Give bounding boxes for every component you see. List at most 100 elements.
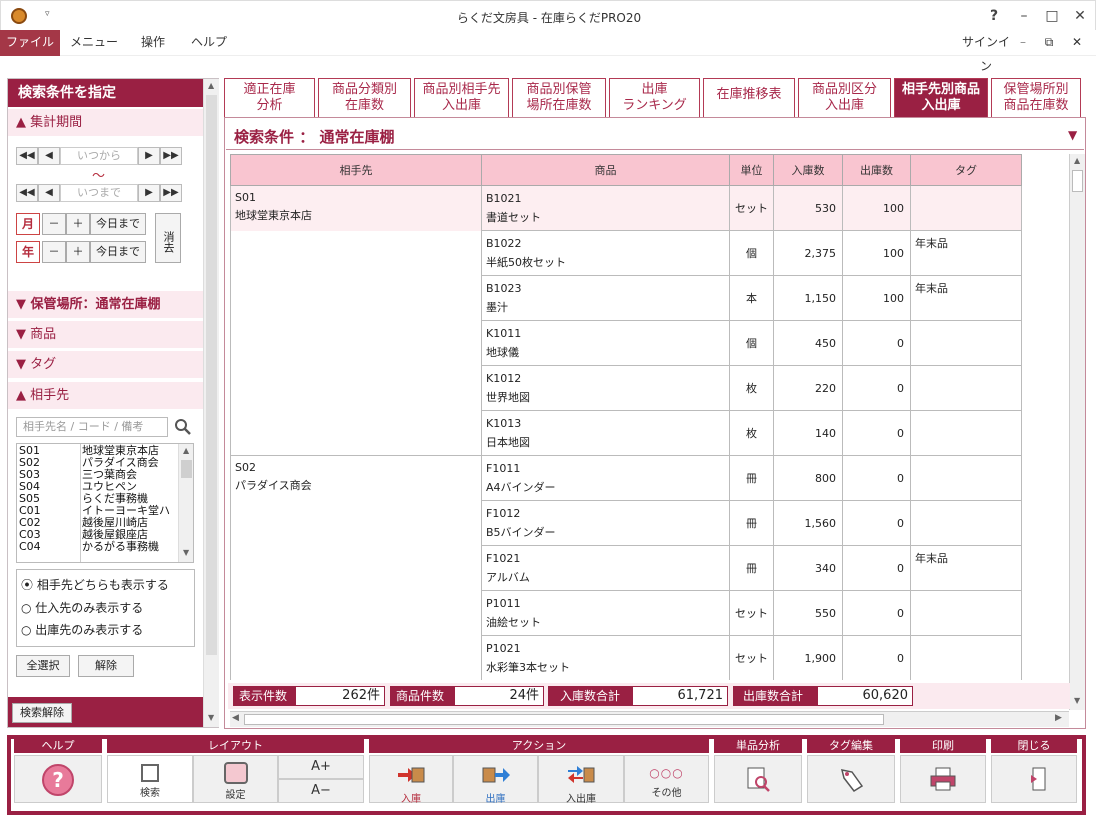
tab-2[interactable]: 商品別相手先 入出庫 xyxy=(414,78,509,118)
tab-7[interactable]: 相手先別商品 入出庫 xyxy=(894,78,988,118)
table-row[interactable]: P1011 油絵セット セット 550 0 xyxy=(230,590,1022,636)
menu-menu[interactable]: メニュー xyxy=(68,30,120,56)
cell-out[interactable]: 100 xyxy=(842,185,911,231)
cell-partner[interactable] xyxy=(230,230,482,276)
stock-out-button[interactable]: 出庫 xyxy=(453,755,538,805)
font-increase-button[interactable]: A+ xyxy=(278,755,364,779)
year-minus-button[interactable]: － xyxy=(42,241,66,263)
search-clear-button[interactable]: 検索解除 xyxy=(12,703,72,723)
menu-file[interactable]: ファイル xyxy=(0,30,60,56)
tag-edit-button[interactable] xyxy=(807,755,895,803)
cell-in[interactable]: 1,900 xyxy=(773,635,843,680)
cell-in[interactable]: 800 xyxy=(773,455,843,501)
radio-in[interactable]: ○ 仕入先のみ表示する xyxy=(21,599,143,616)
cell-unit[interactable]: 冊 xyxy=(729,500,774,546)
cell-out[interactable]: 0 xyxy=(842,545,911,591)
cell-product[interactable]: B1023 墨汁 xyxy=(481,275,730,321)
cell-tag[interactable] xyxy=(910,455,1022,501)
settings-button[interactable]: 設定 xyxy=(193,755,278,803)
cell-unit[interactable]: 個 xyxy=(729,320,774,366)
cell-partner[interactable] xyxy=(230,320,482,366)
storage-section[interactable]: ▼ 保管場所：通常在庫棚 xyxy=(8,291,203,319)
cell-out[interactable]: 0 xyxy=(842,590,911,636)
table-row[interactable]: K1011 地球儀 個 450 0 xyxy=(230,320,1022,366)
grid-vertical-scrollbar[interactable]: ▲ ▼ xyxy=(1069,154,1085,710)
font-decrease-button[interactable]: A− xyxy=(278,779,364,803)
cell-product[interactable]: F1021 アルバム xyxy=(481,545,730,591)
cell-out[interactable]: 0 xyxy=(842,365,911,411)
cell-tag[interactable] xyxy=(910,410,1022,456)
to-last-button[interactable]: ▶▶ xyxy=(160,184,182,202)
tab-0[interactable]: 適正在庫 分析 xyxy=(224,78,315,118)
cell-tag[interactable]: 年末品 xyxy=(910,275,1022,321)
table-row[interactable]: B1023 墨汁 本 1,150 100 年末品 xyxy=(230,275,1022,321)
cell-unit[interactable]: セット xyxy=(729,185,774,231)
column-header[interactable]: 入庫数 xyxy=(773,154,843,186)
table-row[interactable]: P1021 水彩筆3本セット セット 1,900 0 xyxy=(230,635,1022,680)
release-button[interactable]: 解除 xyxy=(78,655,134,677)
to-date-field[interactable]: いつまで xyxy=(60,184,138,202)
cell-unit[interactable]: セット xyxy=(729,635,774,680)
table-row[interactable]: S02 パラダイス商会 F1011 A4バインダー 冊 800 0 xyxy=(230,455,1022,501)
cell-in[interactable]: 2,375 xyxy=(773,230,843,276)
month-minus-button[interactable]: － xyxy=(42,213,66,235)
cell-unit[interactable]: 冊 xyxy=(729,545,774,591)
left-panel-scrollbar[interactable]: ▲ ▼ xyxy=(203,79,219,727)
cell-partner[interactable] xyxy=(230,635,482,680)
radio-out[interactable]: ○ 出庫先のみ表示する xyxy=(21,621,143,638)
cell-unit[interactable]: 枚 xyxy=(729,365,774,411)
print-button[interactable] xyxy=(900,755,986,803)
cell-product[interactable]: P1021 水彩筆3本セット xyxy=(481,635,730,680)
to-prev-button[interactable]: ◀ xyxy=(38,184,60,202)
to-next-button[interactable]: ▶ xyxy=(138,184,160,202)
tag-section[interactable]: ▼ タグ xyxy=(8,351,203,379)
from-last-button[interactable]: ▶▶ xyxy=(160,147,182,165)
sub-minimize-button[interactable]: – xyxy=(1016,30,1030,56)
column-header[interactable]: 相手先 xyxy=(230,154,482,186)
column-header[interactable]: タグ xyxy=(910,154,1022,186)
menu-operation[interactable]: 操作 xyxy=(130,30,176,56)
cell-product[interactable]: F1012 B5バインダー xyxy=(481,500,730,546)
partner-list-scrollbar[interactable]: ▲ ▼ xyxy=(178,444,193,562)
cell-unit[interactable]: 本 xyxy=(729,275,774,321)
cell-product[interactable]: B1021 書道セット xyxy=(481,185,730,231)
to-first-button[interactable]: ◀◀ xyxy=(16,184,38,202)
close-app-button[interactable] xyxy=(991,755,1077,803)
column-header[interactable]: 単位 xyxy=(729,154,774,186)
select-all-button[interactable]: 全選択 xyxy=(16,655,70,677)
tab-4[interactable]: 出庫 ランキング xyxy=(609,78,700,118)
month-today-button[interactable]: 今日まで xyxy=(90,213,146,235)
cell-product[interactable]: P1011 油絵セット xyxy=(481,590,730,636)
cell-partner[interactable] xyxy=(230,545,482,591)
partner-list-item[interactable]: C04 かるがる事務機 xyxy=(19,541,179,553)
cell-out[interactable]: 0 xyxy=(842,320,911,366)
cell-out[interactable]: 0 xyxy=(842,455,911,501)
help-icon[interactable]: ? xyxy=(983,5,1005,27)
cell-in[interactable]: 140 xyxy=(773,410,843,456)
cell-unit[interactable]: セット xyxy=(729,590,774,636)
period-clear-button[interactable]: 消去 xyxy=(155,213,181,263)
cell-partner[interactable] xyxy=(230,590,482,636)
grid-horizontal-scrollbar[interactable]: ◀ ▶ xyxy=(230,711,1069,727)
cell-out[interactable]: 0 xyxy=(842,410,911,456)
cell-in[interactable]: 530 xyxy=(773,185,843,231)
tab-6[interactable]: 商品別区分 入出庫 xyxy=(798,78,891,118)
table-row[interactable]: K1013 日本地図 枚 140 0 xyxy=(230,410,1022,456)
table-row[interactable]: K1012 世界地図 枚 220 0 xyxy=(230,365,1022,411)
stock-inout-button[interactable]: 入出庫 xyxy=(538,755,624,805)
column-header[interactable]: 出庫数 xyxy=(842,154,911,186)
table-row[interactable]: F1021 アルバム 冊 340 0 年末品 xyxy=(230,545,1022,591)
sub-close-button[interactable]: ✕ xyxy=(1068,30,1086,56)
product-section[interactable]: ▼ 商品 xyxy=(8,321,203,349)
cell-out[interactable]: 100 xyxy=(842,275,911,321)
cell-in[interactable]: 450 xyxy=(773,320,843,366)
cell-out[interactable]: 100 xyxy=(842,230,911,276)
table-row[interactable]: S01 地球堂東京本店 B1021 書道セット セット 530 100 xyxy=(230,185,1022,231)
month-toggle[interactable]: 月 xyxy=(16,213,40,235)
cell-partner[interactable] xyxy=(230,410,482,456)
search-layout-button[interactable]: 検索 xyxy=(107,755,193,803)
signin-link[interactable]: サインイン xyxy=(958,30,1014,73)
cell-in[interactable]: 1,560 xyxy=(773,500,843,546)
cell-in[interactable]: 550 xyxy=(773,590,843,636)
cell-partner[interactable]: S01 地球堂東京本店 xyxy=(230,185,482,231)
